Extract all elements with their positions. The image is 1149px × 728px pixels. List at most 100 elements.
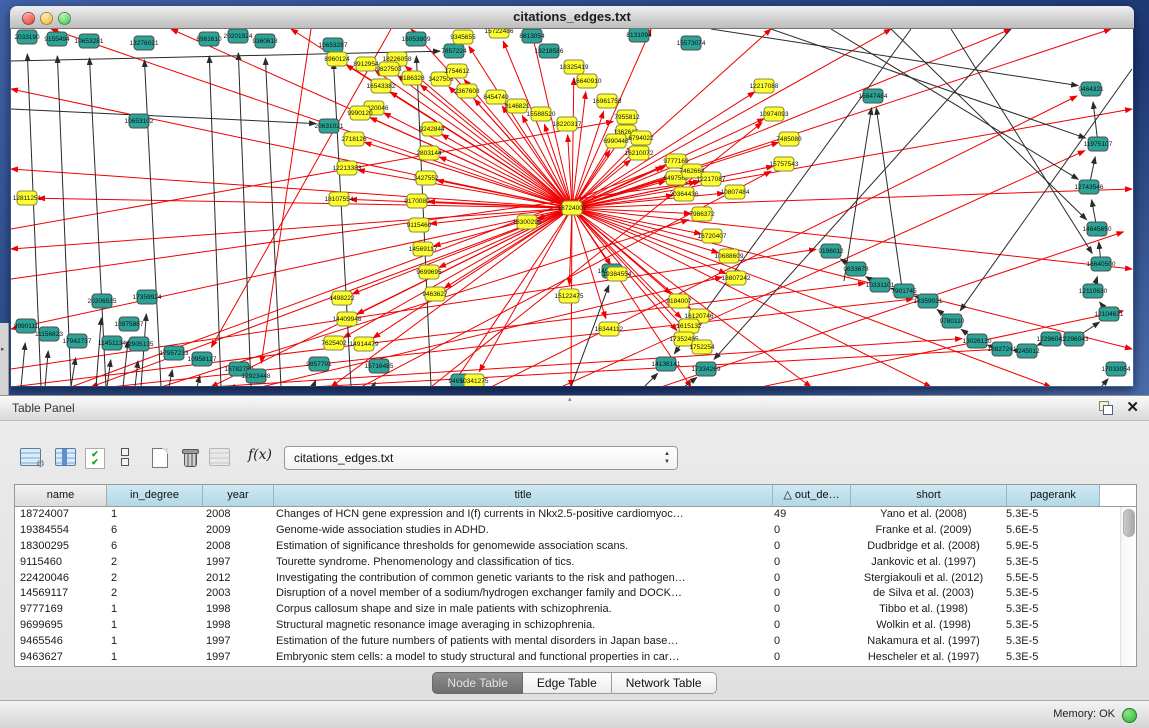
network-node[interactable]: 19218586 [535, 44, 564, 58]
network-node[interactable]: 16640500 [1087, 257, 1116, 271]
table-row[interactable]: 911546021997Tourette syndrome. Phenomeno… [15, 555, 1120, 571]
network-node[interactable]: 17334269 [692, 362, 721, 376]
panel-splitter-handle[interactable]: ▴ [568, 397, 578, 402]
table-cell[interactable]: 1997 [201, 634, 271, 650]
table-cell[interactable]: 1 [106, 507, 201, 523]
table-settings-button[interactable]: ⚙ [20, 448, 41, 466]
table-cell[interactable]: Stergiakouli et al. (2012) [846, 571, 1001, 587]
table-cell[interactable]: 0 [769, 602, 846, 618]
table-cell[interactable]: 2 [106, 555, 201, 571]
table-row[interactable]: 946554611997Estimation of the future num… [15, 634, 1120, 650]
network-node[interactable]: 20206535 [88, 294, 117, 308]
table-cell[interactable]: 19384554 [15, 523, 106, 539]
column-header-out_de[interactable]: △ out_de… [773, 485, 851, 506]
tab-network-table[interactable]: Network Table [612, 672, 717, 694]
table-cell[interactable]: 5.5E-5 [1001, 571, 1093, 587]
table-cell[interactable]: 0 [769, 571, 846, 587]
network-node[interactable]: 14645650 [1083, 222, 1112, 236]
table-row[interactable]: 946362711997Embryonic stem cells: a mode… [15, 650, 1120, 666]
column-header-year[interactable]: year [203, 485, 274, 506]
table-row[interactable]: 1872400712008Changes of HCN gene express… [15, 507, 1120, 523]
table-cell[interactable]: 2 [106, 571, 201, 587]
table-cell[interactable]: 9463627 [15, 650, 106, 666]
network-node[interactable]: 1752254 [689, 340, 715, 354]
scrollbar-thumb[interactable] [1123, 509, 1135, 537]
network-node[interactable]: 2033190 [14, 30, 40, 44]
network-node[interactable]: 16640910 [573, 74, 602, 88]
delete-column-button[interactable] [182, 448, 197, 466]
table-cell[interactable]: 14569117 [15, 586, 106, 602]
network-node[interactable]: 7857224 [441, 44, 467, 58]
column-header-pagerank[interactable]: pagerank [1007, 485, 1100, 506]
network-node[interactable]: 8454749 [483, 90, 509, 104]
splitter-strip[interactable]: ▸ [0, 323, 9, 395]
table-cell[interactable]: 2012 [201, 571, 271, 587]
network-node[interactable]: 7955812 [614, 110, 640, 124]
network-node[interactable]: 18220317 [553, 117, 582, 131]
network-node[interactable]: 15847484 [859, 89, 888, 103]
network-node[interactable]: 12217088 [750, 79, 779, 93]
network-node[interactable]: 9184007 [666, 294, 692, 308]
network-node[interactable]: 16720407 [698, 229, 727, 243]
table-cell[interactable]: 5.3E-5 [1001, 507, 1093, 523]
network-node[interactable]: 8960124 [324, 52, 350, 66]
table-panel-titlebar[interactable]: ▴ Table Panel ✕ [0, 396, 1149, 421]
table-cell[interactable]: 0 [769, 539, 846, 555]
network-node[interactable]: 11156823 [35, 327, 63, 341]
network-node[interactable]: 12217087 [697, 172, 726, 186]
table-cell[interactable]: 1 [106, 618, 201, 634]
network-node[interactable]: 8981610 [196, 32, 222, 46]
minimize-window-button[interactable] [40, 12, 53, 25]
network-node[interactable]: 2803144 [416, 146, 442, 160]
table-row[interactable]: 2242004622012Investigating the contribut… [15, 571, 1120, 587]
network-node[interactable]: 19384554 [603, 267, 632, 281]
table-cell[interactable]: Genome-wide association studies in ADHD. [271, 523, 769, 539]
memory-status-indicator[interactable] [1122, 708, 1137, 723]
column-header-in_degree[interactable]: in_degree [107, 485, 203, 506]
table-cell[interactable]: 6 [106, 523, 201, 539]
table-cell[interactable]: 1997 [201, 555, 271, 571]
network-node[interactable]: 17942737 [63, 334, 92, 348]
network-node[interactable]: 9780110 [940, 314, 965, 328]
table-cell[interactable]: Embryonic stem cells: a model to study s… [271, 650, 769, 666]
table-cell[interactable]: 9465546 [15, 634, 106, 650]
network-node[interactable]: 9699695 [416, 265, 442, 279]
network-node[interactable]: 7485080 [776, 132, 802, 146]
table-cell[interactable]: 0 [769, 555, 846, 571]
table-cell[interactable]: 6 [106, 539, 201, 555]
network-node[interactable]: 1498222 [329, 291, 355, 305]
table-cell[interactable]: 1 [106, 634, 201, 650]
table-cell[interactable]: Structural magnetic resonance image aver… [271, 618, 769, 634]
table-cell[interactable]: 1998 [201, 618, 271, 634]
network-node[interactable]: 10653287 [319, 38, 348, 52]
network-node[interactable]: 10331101 [866, 278, 895, 292]
table-cell[interactable]: 9699695 [15, 618, 106, 634]
network-node[interactable]: 10975887 [115, 317, 144, 331]
table-cell[interactable]: 22420046 [15, 571, 106, 587]
network-node[interactable]: 15573074 [677, 36, 706, 50]
table-cell[interactable]: 0 [769, 523, 846, 539]
table-cell[interactable]: 9777169 [15, 602, 106, 618]
network-table-selector[interactable]: citations_edges.txt ▲▼ [284, 446, 678, 470]
table-cell[interactable]: Tourette syndrome. Phenomenology and cla… [271, 555, 769, 571]
network-node[interactable]: 17033054 [1102, 362, 1131, 376]
network-node[interactable]: 6794022 [628, 131, 654, 145]
network-node[interactable]: 14136141 [652, 357, 681, 371]
network-node[interactable]: 8912954 [353, 57, 379, 71]
network-node[interactable]: 9464321 [1078, 82, 1104, 96]
table-cell[interactable]: 18724007 [15, 507, 106, 523]
network-node[interactable]: 7901745 [891, 284, 917, 298]
network-node[interactable]: 8131094 [626, 29, 652, 42]
table-cell[interactable]: 5.3E-5 [1001, 555, 1093, 571]
table-cell[interactable]: 1 [106, 602, 201, 618]
network-node[interactable]: 10974093 [760, 107, 789, 121]
table-cell[interactable]: 2008 [201, 539, 271, 555]
show-column-button[interactable] [55, 448, 76, 466]
network-node[interactable]: 10807484 [721, 185, 750, 199]
network-canvas[interactable]: 1872400720331909155494106532811327602189… [11, 29, 1133, 386]
splitter-collapse-icon[interactable]: ▸ [1, 345, 5, 353]
table-cell[interactable]: 9115460 [15, 555, 106, 571]
table-cell[interactable]: Disruption of a novel member of a sodium… [271, 586, 769, 602]
column-header-name[interactable]: name [15, 485, 107, 506]
network-node[interactable]: 7625402 [321, 336, 347, 350]
